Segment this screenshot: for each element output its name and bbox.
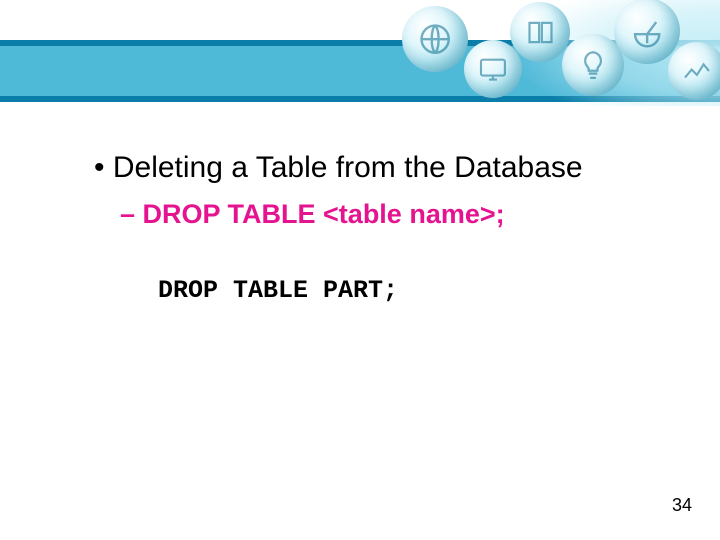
header-bubble <box>402 6 468 72</box>
slide-body: Deleting a Table from the Database DROP … <box>80 150 660 330</box>
bullet-level-1: Deleting a Table from the Database <box>80 150 660 185</box>
bullet-level-2: DROP TABLE <table name>; <box>80 199 660 230</box>
globe-icon <box>402 6 468 72</box>
header-bubble <box>668 42 720 100</box>
book-icon <box>510 2 570 62</box>
code-example: DROP TABLE PART; <box>80 276 660 305</box>
header-bubble <box>510 2 570 62</box>
slide-header <box>0 0 720 106</box>
page-number: 34 <box>672 495 692 516</box>
chart-icon <box>668 42 720 100</box>
